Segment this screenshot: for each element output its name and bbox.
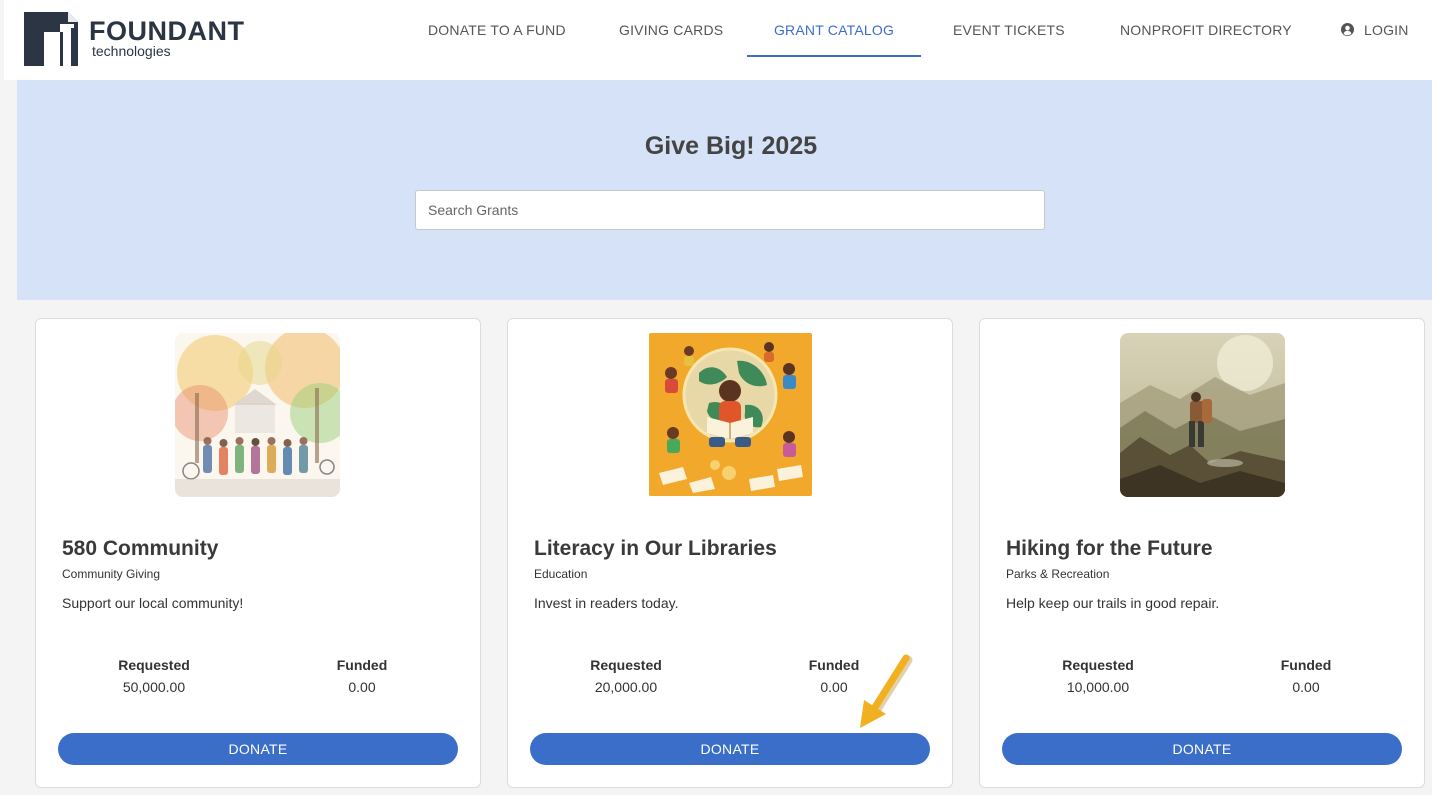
- children-reading-illustration: [649, 333, 812, 496]
- grant-title[interactable]: Literacy in Our Libraries: [534, 537, 777, 561]
- grant-description: Support our local community!: [62, 595, 244, 611]
- grant-description: Help keep our trails in good repair.: [1006, 595, 1220, 611]
- requested-label: Requested: [1062, 657, 1134, 673]
- nav-nonprofit-directory[interactable]: NONPROFIT DIRECTORY: [1120, 0, 1292, 58]
- page-title: Give Big! 2025: [644, 132, 818, 160]
- site-header: FOUNDANT technologies DONATE TO A FUND G…: [4, 0, 1432, 80]
- search-grants-input[interactable]: [415, 190, 1045, 230]
- pointer-arrow-icon: [860, 654, 913, 728]
- donate-button[interactable]: DONATE: [58, 733, 458, 765]
- foundant-logo[interactable]: FOUNDANT technologies: [22, 10, 252, 66]
- hiker-mountain-image[interactable]: [1120, 333, 1285, 497]
- hiker-mountain-illustration: [1120, 333, 1285, 497]
- funded-label: Funded: [336, 657, 388, 673]
- foundant-logo-icon: [24, 12, 78, 66]
- donate-button[interactable]: DONATE: [530, 733, 930, 765]
- nav-event-tickets[interactable]: EVENT TICKETS: [953, 0, 1065, 58]
- nav-giving-cards[interactable]: GIVING CARDS: [619, 0, 723, 58]
- funded-value: 0.00: [348, 679, 376, 695]
- requested-value: 10,000.00: [1066, 679, 1130, 695]
- grant-card-580-community: 580 Community Community Giving Support o…: [35, 318, 481, 788]
- grant-description: Invest in readers today.: [534, 595, 679, 611]
- hero-banner: Give Big! 2025: [17, 80, 1432, 300]
- requested-label: Requested: [590, 657, 662, 673]
- nav-login[interactable]: LOGIN: [1341, 0, 1409, 58]
- grant-category: Parks & Recreation: [1006, 567, 1110, 581]
- grant-category: Community Giving: [62, 567, 161, 581]
- requested-value: 20,000.00: [594, 679, 658, 695]
- login-label: LOGIN: [1364, 22, 1409, 38]
- nav-donate-to-a-fund[interactable]: DONATE TO A FUND: [428, 0, 566, 58]
- children-reading-globe-image[interactable]: [649, 333, 812, 496]
- grant-category: Education: [534, 567, 588, 581]
- requested-label: Requested: [118, 657, 190, 673]
- grant-card-hiking: Hiking for the Future Parks & Recreation…: [979, 318, 1425, 788]
- funded-label: Funded: [1280, 657, 1332, 673]
- watercolor-community-illustration: [175, 333, 340, 497]
- brand-tagline: technologies: [92, 43, 171, 59]
- funded-value: 0.00: [1292, 679, 1320, 695]
- requested-value: 50,000.00: [122, 679, 186, 695]
- grant-title[interactable]: Hiking for the Future: [1006, 537, 1213, 561]
- user-circle-icon: [1341, 23, 1354, 37]
- grant-title[interactable]: 580 Community: [62, 537, 218, 561]
- nav-grant-catalog[interactable]: GRANT CATALOG: [747, 0, 921, 57]
- watercolor-community-image[interactable]: [175, 333, 340, 497]
- brand-name: FOUNDANT: [89, 16, 245, 46]
- donate-button[interactable]: DONATE: [1002, 733, 1402, 765]
